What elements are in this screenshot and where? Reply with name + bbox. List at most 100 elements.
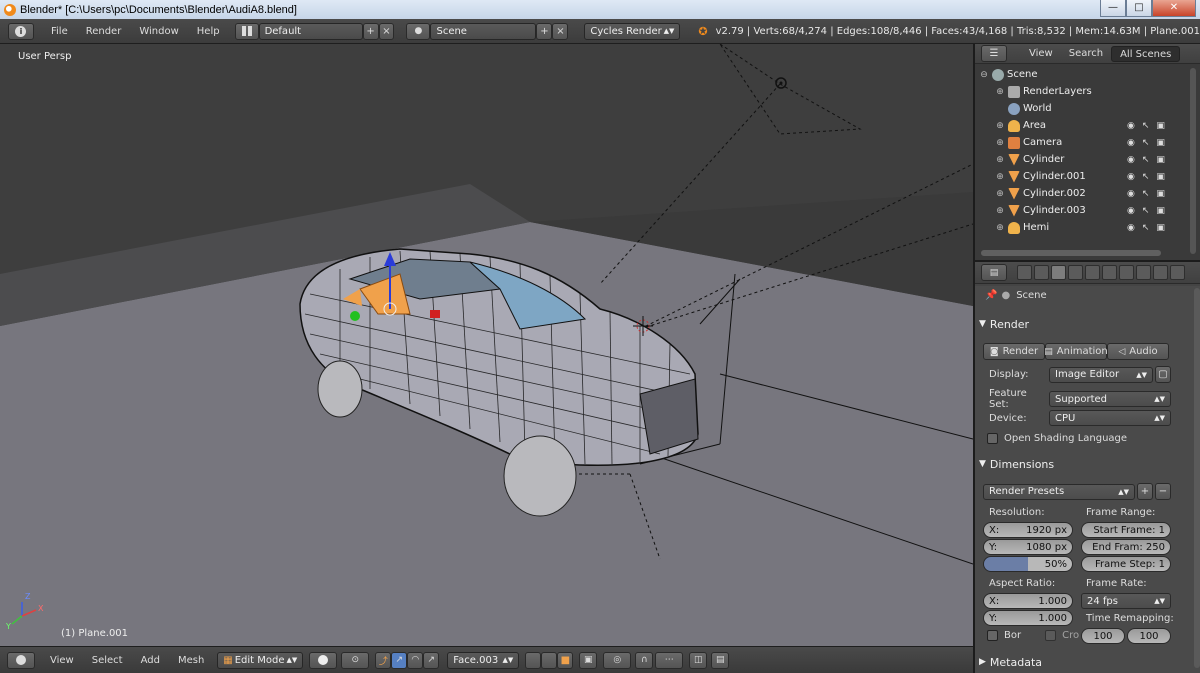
- expand-icon[interactable]: ⊕: [995, 155, 1005, 165]
- frame-step-field[interactable]: Frame Step: 1: [1081, 556, 1171, 572]
- animation-button[interactable]: ▤ Animation: [1044, 343, 1108, 360]
- menu-view[interactable]: View: [41, 655, 83, 666]
- screen-layout-selector[interactable]: [234, 22, 259, 40]
- render-toggle-icon[interactable]: ▣: [1156, 206, 1165, 216]
- tab-scene[interactable]: [1051, 265, 1066, 280]
- render-toggle-icon[interactable]: ▣: [1156, 155, 1165, 165]
- eye-icon[interactable]: ◉: [1127, 172, 1135, 182]
- manipulator-toggle-button[interactable]: ⤴: [375, 651, 392, 669]
- outliner-view-menu[interactable]: View: [1021, 46, 1061, 62]
- editor-type-3d-button[interactable]: [7, 651, 35, 669]
- layer-toggle-2[interactable]: [541, 651, 558, 669]
- editor-type-outliner-button[interactable]: ☰: [981, 45, 1007, 62]
- menu-mesh[interactable]: Mesh: [169, 655, 213, 666]
- outliner-scrollbar[interactable]: [1190, 68, 1196, 254]
- eye-icon[interactable]: ◉: [1127, 223, 1135, 233]
- render-toggle-icon[interactable]: ▣: [1156, 172, 1165, 182]
- time-remap-old-field[interactable]: 100: [1081, 628, 1125, 644]
- cursor-icon[interactable]: ↖: [1142, 206, 1150, 216]
- render-presets-dropdown[interactable]: Render Presets ▲▼: [983, 483, 1135, 500]
- render-toggle-icon[interactable]: ▣: [1156, 223, 1165, 233]
- eye-icon[interactable]: ◉: [1127, 138, 1135, 148]
- tab-material[interactable]: [1153, 265, 1168, 280]
- editor-type-info-button[interactable]: i: [8, 22, 34, 40]
- menu-select[interactable]: Select: [83, 655, 132, 666]
- proportional-edit-dropdown[interactable]: ◎: [603, 651, 632, 669]
- opengl-render-anim-button[interactable]: ▤: [711, 651, 730, 669]
- cursor-icon[interactable]: ↖: [1142, 138, 1150, 148]
- tab-texture[interactable]: [1170, 265, 1185, 280]
- cursor-icon[interactable]: ↖: [1142, 189, 1150, 199]
- pivot-point-dropdown[interactable]: ⊙: [341, 651, 370, 669]
- snap-toggle-button[interactable]: ∩: [635, 651, 654, 669]
- outliner-item-world[interactable]: World: [995, 100, 1200, 117]
- render-button[interactable]: ◙ Render: [983, 343, 1045, 360]
- aspect-x-field[interactable]: X: 1.000: [983, 593, 1073, 609]
- cursor-icon[interactable]: ↖: [1142, 121, 1150, 131]
- start-frame-field[interactable]: Start Frame: 1: [1081, 522, 1171, 538]
- expand-icon[interactable]: ⊕: [995, 138, 1005, 148]
- layer-toggle-3[interactable]: ■: [557, 651, 574, 669]
- outliner-item-scene[interactable]: ⊖ Scene: [979, 66, 1189, 83]
- menu-window[interactable]: Window: [130, 26, 187, 37]
- mode-dropdown[interactable]: ▦ Edit Mode ▲▼: [217, 651, 304, 669]
- eye-icon[interactable]: ◉: [1127, 121, 1135, 131]
- device-dropdown[interactable]: CPU ▲▼: [1049, 410, 1171, 426]
- tab-constraints[interactable]: [1102, 265, 1117, 280]
- add-preset-button[interactable]: +: [1137, 483, 1153, 500]
- expand-icon[interactable]: ⊕: [995, 172, 1005, 182]
- dimensions-panel-header[interactable]: ▼ Dimensions: [979, 454, 1173, 474]
- collapse-icon[interactable]: ⊖: [979, 70, 989, 80]
- 3d-viewport[interactable]: User Persp (1) Plane.001 Z X Y: [0, 44, 973, 646]
- eye-icon[interactable]: ◉: [1127, 189, 1135, 199]
- expand-icon[interactable]: ⊕: [995, 206, 1005, 216]
- add-layout-button[interactable]: +: [362, 22, 379, 40]
- screen-layout-field[interactable]: Default: [258, 22, 363, 40]
- translate-manipulator-button[interactable]: ↗: [391, 651, 408, 669]
- tab-object[interactable]: [1085, 265, 1100, 280]
- tab-data[interactable]: [1136, 265, 1151, 280]
- expand-icon[interactable]: ⊕: [995, 87, 1005, 97]
- tab-render[interactable]: [1017, 265, 1032, 280]
- aspect-y-field[interactable]: Y: 1.000: [983, 610, 1073, 626]
- tab-world[interactable]: [1068, 265, 1083, 280]
- outliner-item-renderlayers[interactable]: ⊕ RenderLayers: [995, 83, 1200, 100]
- render-toggle-icon[interactable]: ▣: [1156, 138, 1165, 148]
- expand-icon[interactable]: ⊕: [995, 121, 1005, 131]
- display-dropdown[interactable]: Image Editor ▲▼: [1049, 366, 1153, 383]
- scene-field[interactable]: Scene: [430, 22, 537, 40]
- maximize-button[interactable]: □: [1126, 0, 1152, 17]
- render-panel-header[interactable]: ▼ Render: [979, 314, 1173, 334]
- scale-manipulator-button[interactable]: ↗: [423, 651, 440, 669]
- time-remap-new-field[interactable]: 100: [1127, 628, 1171, 644]
- close-button[interactable]: ✕: [1152, 0, 1196, 17]
- resolution-y-field[interactable]: Y: 1080 px: [983, 539, 1073, 555]
- remove-layout-button[interactable]: ×: [378, 22, 395, 40]
- scene-selector[interactable]: ●: [406, 22, 431, 40]
- cursor-icon[interactable]: ↖: [1142, 223, 1150, 233]
- tab-render-layers[interactable]: [1034, 265, 1049, 280]
- outliner-display-mode[interactable]: All Scenes: [1111, 45, 1181, 62]
- pin-icon[interactable]: 📌: [985, 290, 997, 301]
- outliner-tree[interactable]: ⊖ Scene ⊕ RenderLayers World ⊕ Area ⊕ Ca…: [975, 64, 1200, 260]
- render-toggle-icon[interactable]: ▣: [1156, 189, 1165, 199]
- menu-add[interactable]: Add: [132, 655, 169, 666]
- expand-icon[interactable]: ⊕: [995, 189, 1005, 199]
- osl-checkbox[interactable]: [987, 433, 998, 444]
- add-scene-button[interactable]: +: [536, 22, 553, 40]
- end-frame-field[interactable]: End Fram: 250: [1081, 539, 1171, 555]
- expand-icon[interactable]: ⊕: [995, 223, 1005, 233]
- editor-type-properties-button[interactable]: ▤: [981, 264, 1007, 281]
- snap-element-dropdown[interactable]: ⋯: [655, 651, 684, 669]
- vertex-select-button[interactable]: ▣: [579, 651, 598, 669]
- crop-checkbox[interactable]: [1045, 630, 1057, 641]
- border-checkbox[interactable]: [987, 630, 998, 641]
- cursor-icon[interactable]: ↖: [1142, 172, 1150, 182]
- outliner-search-menu[interactable]: Search: [1061, 46, 1111, 62]
- resolution-x-field[interactable]: X: 1920 px: [983, 522, 1073, 538]
- audio-button[interactable]: ◁ Audio: [1107, 343, 1169, 360]
- tab-modifiers[interactable]: [1119, 265, 1134, 280]
- resolution-percentage-slider[interactable]: 50%: [983, 556, 1073, 572]
- viewport-shading-dropdown[interactable]: [309, 651, 338, 669]
- properties-scrollbar[interactable]: [1194, 288, 1200, 668]
